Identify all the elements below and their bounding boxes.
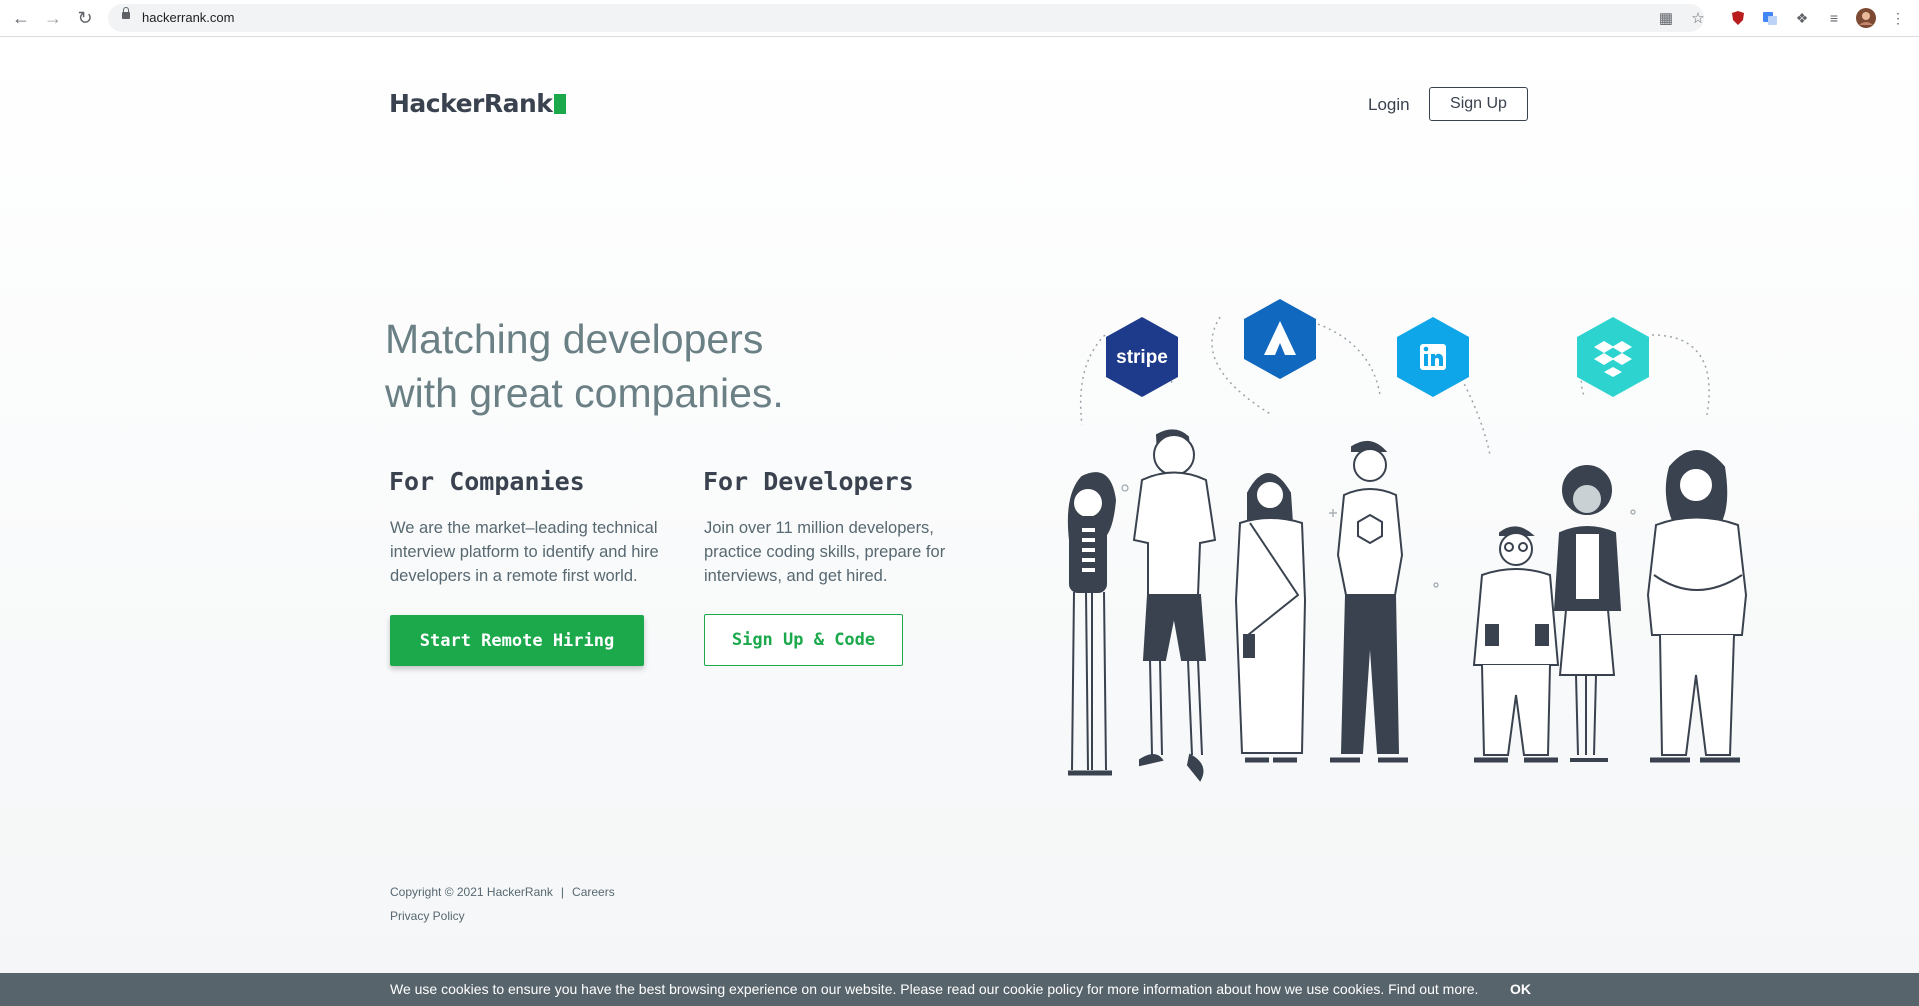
bookmark-star-icon[interactable]: ☆ xyxy=(1688,8,1708,28)
linkedin-logo-icon xyxy=(1397,317,1469,397)
translate-icon[interactable]: ▦ xyxy=(1656,8,1676,28)
headline-line-2: with great companies. xyxy=(385,370,784,416)
hero-headline: Matching developers with great companies… xyxy=(385,312,784,420)
lock-icon xyxy=(122,7,130,19)
developers-illustration: stripe xyxy=(1067,299,1748,782)
cookie-ok-button[interactable]: OK xyxy=(1510,981,1531,997)
menu-dots-icon[interactable]: ⋮ xyxy=(1888,8,1908,28)
signup-and-code-button[interactable]: Sign Up & Code xyxy=(704,614,903,666)
landing-page: HackerRank Login Sign Up Matching develo… xyxy=(0,37,1919,1006)
login-link[interactable]: Login xyxy=(1368,95,1410,115)
careers-link[interactable]: Careers xyxy=(572,885,615,899)
person-3-figure xyxy=(1234,473,1307,763)
cookie-banner: We use cookies to ensure you have the be… xyxy=(0,973,1919,1006)
forward-arrow-icon[interactable]: → xyxy=(41,6,65,30)
extensions-puzzle-icon[interactable]: ❖ xyxy=(1792,8,1812,28)
privacy-policy-link[interactable]: Privacy Policy xyxy=(390,909,465,923)
person-2-figure xyxy=(1132,429,1217,782)
profile-avatar[interactable] xyxy=(1856,8,1876,28)
hackerrank-logo[interactable]: HackerRank xyxy=(389,89,567,118)
person-7-figure xyxy=(1646,450,1748,763)
footer-privacy-line: Privacy Policy xyxy=(390,909,465,923)
translate-extension-icon[interactable] xyxy=(1760,8,1780,28)
dropbox-logo-icon xyxy=(1577,317,1649,397)
cookie-text: We use cookies to ensure you have the be… xyxy=(390,981,1479,997)
person-6-figure xyxy=(1553,465,1622,762)
back-arrow-icon[interactable]: ← xyxy=(9,6,33,30)
address-bar[interactable]: hackerrank.com ▦ ☆ xyxy=(108,4,1705,32)
person-1-figure xyxy=(1067,472,1117,776)
person-4-figure xyxy=(1330,440,1408,763)
reload-icon[interactable]: ↻ xyxy=(73,6,97,30)
person-5-figure xyxy=(1472,526,1560,763)
headline-line-1: Matching developers xyxy=(385,316,764,362)
companies-title: For Companies xyxy=(389,467,585,496)
ublock-extension-icon[interactable] xyxy=(1728,8,1748,28)
developers-title: For Developers xyxy=(703,467,914,496)
logo-mark-icon xyxy=(554,94,567,114)
atlassian-logo-icon xyxy=(1244,299,1316,379)
footer-separator: | xyxy=(560,885,565,899)
browser-toolbar: ← → ↻ hackerrank.com ▦ ☆ ❖ ≡ ⋮ xyxy=(0,0,1919,37)
reading-list-icon[interactable]: ≡ xyxy=(1824,8,1844,28)
signup-button[interactable]: Sign Up xyxy=(1429,87,1528,121)
footer-copyright-line: Copyright © 2021 HackerRank | Careers xyxy=(390,885,615,899)
copyright-text: Copyright © 2021 HackerRank xyxy=(390,885,553,899)
stripe-logo-icon: stripe xyxy=(1106,317,1178,397)
start-remote-hiring-button[interactable]: Start Remote Hiring xyxy=(390,615,644,666)
url-text[interactable]: hackerrank.com xyxy=(142,10,234,25)
companies-text: We are the market–leading technical inte… xyxy=(390,519,659,585)
stripe-logo-text: stripe xyxy=(1116,347,1168,368)
logo-text: HackerRank xyxy=(389,89,553,118)
developers-text: Join over 11 million developers, practic… xyxy=(704,519,946,585)
